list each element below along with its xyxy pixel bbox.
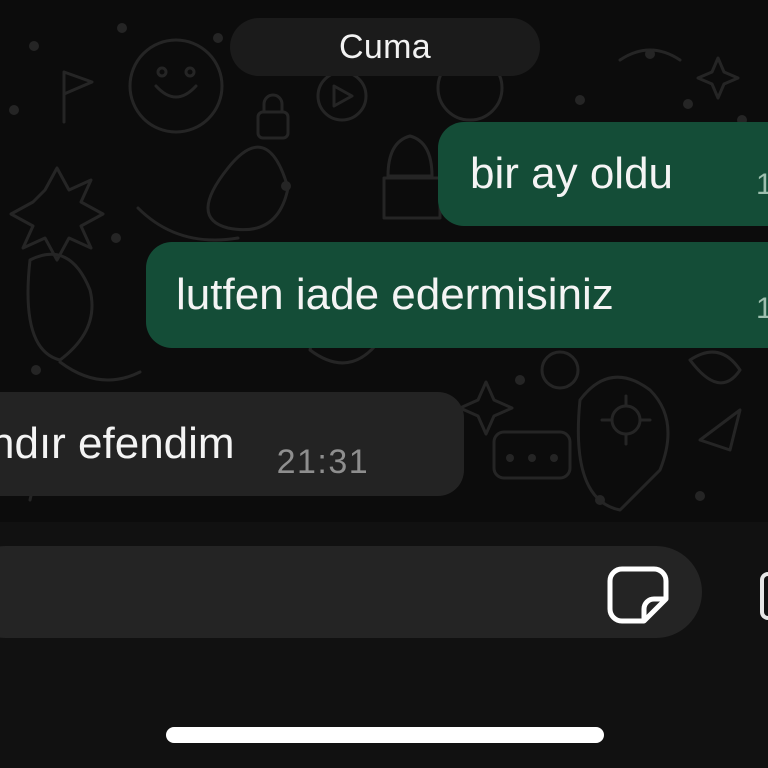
chat-screen: Cuma bir ay oldu 1 lutfen iade edermisin… <box>0 0 768 768</box>
message-bubble-incoming[interactable]: ndır efendim 21:31 <box>0 392 464 496</box>
message-text: bir ay oldu <box>470 149 674 198</box>
message-bubble-outgoing[interactable]: lutfen iade edermisiniz <box>146 242 768 348</box>
message-time: 1 <box>756 292 768 325</box>
message-time: 21:31 <box>276 442 370 481</box>
date-separator: Cuma <box>230 18 540 76</box>
message-text: lutfen iade edermisiniz <box>176 270 614 319</box>
message-text: ndır efendim <box>0 419 235 468</box>
camera-icon[interactable] <box>760 572 768 620</box>
sticker-icon[interactable] <box>606 565 670 625</box>
home-indicator[interactable] <box>166 727 604 743</box>
message-input[interactable] <box>0 546 702 638</box>
message-bubble-outgoing[interactable]: bir ay oldu <box>438 122 768 226</box>
message-list[interactable]: Cuma bir ay oldu 1 lutfen iade edermisin… <box>0 0 768 522</box>
message-time: 1 <box>756 168 768 201</box>
